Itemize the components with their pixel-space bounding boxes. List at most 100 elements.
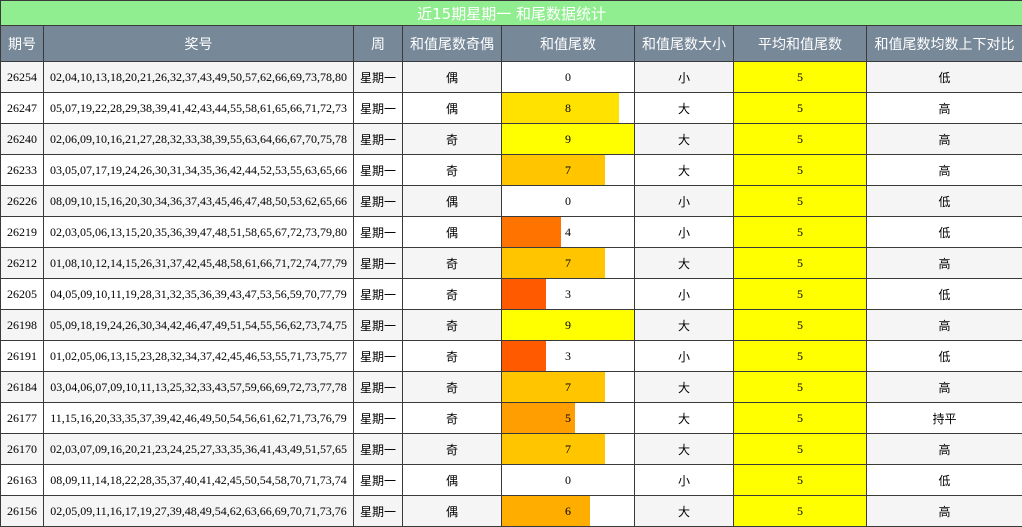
tail-value: 7 [565, 255, 571, 270]
compare-cell: 高 [865, 247, 1022, 279]
size-cell: 大 [634, 433, 734, 465]
numbers-cell: 01,08,10,12,14,15,26,31,37,42,45,48,58,6… [43, 247, 354, 279]
tail-bar [502, 217, 561, 247]
tail-cell: 3 [501, 278, 635, 310]
tail-cell: 9 [501, 123, 635, 155]
tail-bar [502, 279, 546, 309]
compare-cell: 低 [865, 278, 1022, 310]
avg-cell: 5 [733, 247, 867, 279]
table-row: 26184 03,04,06,07,09,10,11,13,25,32,33,43… [0, 371, 1022, 403]
issue-cell: 26184 [0, 371, 44, 403]
week-cell: 星期一 [353, 123, 403, 155]
issue-cell: 26233 [0, 154, 44, 186]
size-cell: 小 [634, 340, 734, 372]
tail-cell: 4 [501, 216, 635, 248]
parity-cell: 奇 [402, 402, 502, 434]
tail-bar [502, 155, 605, 185]
parity-cell: 偶 [402, 61, 502, 93]
table-row: 26191 01,02,05,06,13,15,23,28,32,34,37,42… [0, 340, 1022, 372]
size-cell: 大 [634, 123, 734, 155]
table-row: 26247 05,07,19,22,28,29,38,39,41,42,43,44… [0, 92, 1022, 124]
table-row: 26170 02,03,07,09,16,20,21,23,24,25,27,33… [0, 433, 1022, 465]
tail-value: 9 [565, 131, 571, 146]
parity-cell: 奇 [402, 340, 502, 372]
week-cell: 星期一 [353, 216, 403, 248]
avg-cell: 5 [733, 402, 867, 434]
compare-cell: 高 [865, 495, 1022, 527]
tail-bar [502, 93, 620, 123]
table-row: 26254 02,04,10,13,18,20,21,26,32,37,43,49… [0, 61, 1022, 93]
table-row: 26240 02,06,09,10,16,21,27,28,32,33,38,39… [0, 123, 1022, 155]
issue-cell: 26205 [0, 278, 44, 310]
numbers-cell: 05,09,18,19,24,26,30,34,42,46,47,49,51,5… [43, 309, 354, 341]
parity-cell: 奇 [402, 371, 502, 403]
size-cell: 大 [634, 154, 734, 186]
parity-cell: 偶 [402, 495, 502, 527]
size-cell: 小 [634, 185, 734, 217]
size-cell: 大 [634, 309, 734, 341]
parity-cell: 奇 [402, 123, 502, 155]
numbers-cell: 02,03,07,09,16,20,21,23,24,25,27,33,35,3… [43, 433, 354, 465]
tail-cell: 7 [501, 247, 635, 279]
issue-cell: 26198 [0, 309, 44, 341]
table-row: 26233 03,05,07,17,19,24,26,30,31,34,35,36… [0, 154, 1022, 186]
tail-cell: 9 [501, 309, 635, 341]
table-row: 26163 08,09,11,14,18,22,28,35,37,40,41,42… [0, 464, 1022, 496]
avg-cell: 5 [733, 61, 867, 93]
size-cell: 大 [634, 247, 734, 279]
avg-cell: 5 [733, 185, 867, 217]
tail-bar [502, 248, 605, 278]
tail-bar [502, 372, 605, 402]
header-week: 周 [353, 25, 403, 62]
tail-value: 5 [565, 410, 571, 425]
size-cell: 大 [634, 92, 734, 124]
size-cell: 小 [634, 278, 734, 310]
header-tail: 和值尾数 [501, 25, 635, 62]
tail-value: 0 [565, 69, 571, 84]
numbers-cell: 02,04,10,13,18,20,21,26,32,37,43,49,50,5… [43, 61, 354, 93]
parity-cell: 奇 [402, 278, 502, 310]
parity-cell: 偶 [402, 216, 502, 248]
tail-bar [502, 341, 546, 371]
compare-cell: 低 [865, 340, 1022, 372]
parity-cell: 奇 [402, 433, 502, 465]
issue-cell: 26219 [0, 216, 44, 248]
avg-cell: 5 [733, 278, 867, 310]
issue-cell: 26170 [0, 433, 44, 465]
size-cell: 大 [634, 402, 734, 434]
table-title: 近15期星期一 和尾数据统计 [0, 0, 1022, 26]
tail-cell: 6 [501, 495, 635, 527]
numbers-cell: 01,02,05,06,13,15,23,28,32,34,37,42,45,4… [43, 340, 354, 372]
week-cell: 星期一 [353, 402, 403, 434]
week-cell: 星期一 [353, 371, 403, 403]
size-cell: 小 [634, 464, 734, 496]
numbers-cell: 02,06,09,10,16,21,27,28,32,33,38,39,55,6… [43, 123, 354, 155]
numbers-cell: 04,05,09,10,11,19,28,31,32,35,36,39,43,4… [43, 278, 354, 310]
avg-cell: 5 [733, 154, 867, 186]
week-cell: 星期一 [353, 247, 403, 279]
header-compare: 和值尾数均数上下对比 [865, 25, 1022, 62]
week-cell: 星期一 [353, 464, 403, 496]
compare-cell: 低 [865, 61, 1022, 93]
compare-cell: 高 [865, 123, 1022, 155]
header-avg: 平均和值尾数 [733, 25, 867, 62]
compare-cell: 持平 [865, 402, 1022, 434]
avg-cell: 5 [733, 495, 867, 527]
tail-value: 3 [565, 348, 571, 363]
table-row: 26226 08,09,10,15,16,20,30,34,36,37,43,45… [0, 185, 1022, 217]
tail-cell: 3 [501, 340, 635, 372]
week-cell: 星期一 [353, 309, 403, 341]
issue-cell: 26191 [0, 340, 44, 372]
header-issue: 期号 [0, 25, 44, 62]
issue-cell: 26156 [0, 495, 44, 527]
tail-bar [502, 434, 605, 464]
table-body: 26254 02,04,10,13,18,20,21,26,32,37,43,49… [0, 61, 1022, 527]
table-row: 26219 02,03,05,06,13,15,20,35,36,39,47,48… [0, 216, 1022, 248]
size-cell: 小 [634, 216, 734, 248]
tail-value: 3 [565, 286, 571, 301]
avg-cell: 5 [733, 309, 867, 341]
parity-cell: 奇 [402, 309, 502, 341]
issue-cell: 26254 [0, 61, 44, 93]
table-row: 26212 01,08,10,12,14,15,26,31,37,42,45,48… [0, 247, 1022, 279]
tail-cell: 0 [501, 61, 635, 93]
